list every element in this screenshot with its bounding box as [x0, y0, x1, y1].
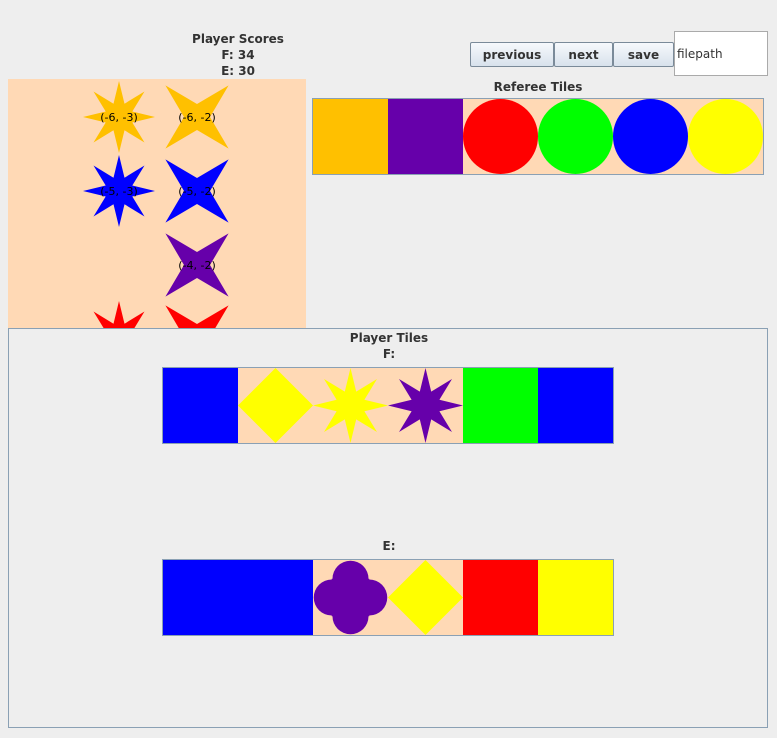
scores-title: Player Scores — [192, 32, 284, 46]
score-line-e: E: 30 — [221, 64, 255, 78]
referee-circle-tile — [463, 99, 538, 174]
player-e-diamond-tile — [388, 560, 463, 635]
next-button[interactable]: next — [554, 42, 613, 67]
player-tiles-panel: Player Tiles F: E: — [8, 328, 768, 728]
referee-tiles — [312, 98, 764, 175]
referee-square-tile — [388, 99, 463, 174]
nav-controls: previous next save — [470, 42, 674, 67]
player-e-tiles-canvas — [163, 560, 613, 635]
board-star8-tile — [93, 301, 145, 328]
board-coord-label: (-5, -2) — [178, 185, 216, 198]
player-e-square-tile — [163, 560, 238, 635]
player-f-tiles-canvas — [163, 368, 613, 443]
player-name-e: E: — [382, 539, 396, 553]
player-f-star8-tile — [388, 368, 463, 443]
player-f-star8-tile — [313, 368, 388, 443]
referee-circle-tile — [688, 99, 763, 174]
player-e-square-tile — [463, 560, 538, 635]
game-board: (-6, -3) (-6, -2) (-5, -3) (-5, -2) (-4, -2) — [8, 79, 306, 328]
player-scores: Player Scores F: 34 E: 30 — [170, 31, 306, 79]
filepath-input[interactable] — [674, 31, 768, 76]
referee-circle-tile — [538, 99, 613, 174]
player-f-square-tile — [538, 368, 613, 443]
player-f-square-tile — [463, 368, 538, 443]
board-star4-tile — [165, 305, 229, 328]
board-coord-label: (-5, -3) — [100, 185, 138, 198]
previous-button[interactable]: previous — [470, 42, 554, 67]
referee-circle-tile — [613, 99, 688, 174]
player-e-tiles — [162, 559, 614, 636]
player-f-square-tile — [163, 368, 238, 443]
player-e-clover-tile — [313, 560, 388, 635]
board-coord-label: (-6, -3) — [100, 111, 138, 124]
board-canvas: (-6, -3) (-6, -2) (-5, -3) (-5, -2) (-4, -2) — [83, 81, 229, 328]
player-e-square-tile — [538, 560, 613, 635]
referee-square-tile — [313, 99, 388, 174]
board-coord-label: (-4, -2) — [178, 259, 216, 272]
board-coord-label: (-6, -2) — [178, 111, 216, 124]
referee-tiles-canvas — [313, 99, 763, 174]
score-line-f: F: 34 — [221, 48, 255, 62]
save-button[interactable]: save — [613, 42, 674, 67]
player-f-tiles — [162, 367, 614, 444]
referee-tiles-title: Referee Tiles — [493, 80, 583, 94]
player-name-f: F: — [382, 347, 396, 361]
player-e-square-tile — [238, 560, 313, 635]
player-f-diamond-tile — [238, 368, 313, 443]
player-tiles-title: Player Tiles — [349, 331, 429, 345]
